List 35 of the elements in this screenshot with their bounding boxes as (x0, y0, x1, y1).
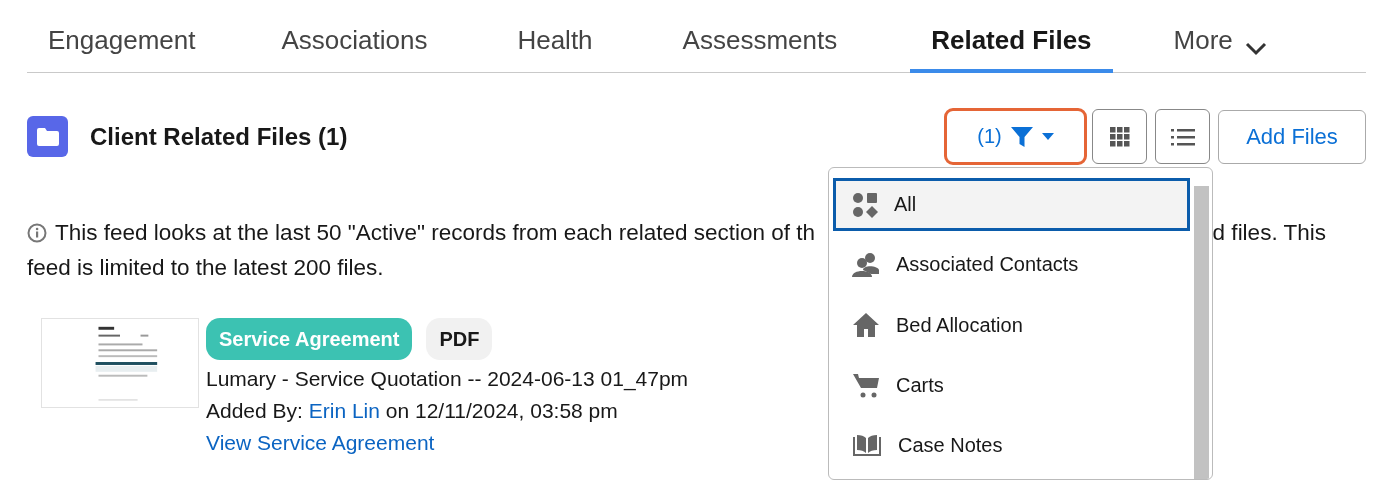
scrollbar[interactable] (1194, 186, 1209, 479)
shapes-icon (852, 191, 878, 218)
category-badge: Service Agreement (206, 318, 413, 360)
filter-button[interactable]: (1) (944, 108, 1087, 165)
people-icon (852, 251, 880, 278)
info-text: feed is limited to the latest 200 files. (27, 255, 384, 281)
user-link[interactable]: Erin Lin (308, 399, 380, 422)
info-text: This feed looks at the last 50 "Active" records from each related section of th (55, 220, 816, 246)
file-name: Lumary - Service Quotation -- 2024-06-13 01_47pm (206, 366, 689, 393)
info-icon (27, 223, 47, 243)
grid-icon (1109, 126, 1130, 147)
add-files-button[interactable]: Add Files (1218, 109, 1366, 164)
tab[interactable]: More (1152, 1, 1288, 73)
tab[interactable]: Associations (260, 1, 449, 73)
tab[interactable]: Assessments (661, 1, 859, 73)
filter-option[interactable]: All (833, 178, 1190, 232)
chevron-down-icon (1244, 42, 1267, 56)
list-view-button[interactable] (1155, 109, 1210, 164)
cart-icon (852, 372, 880, 399)
home-icon (852, 312, 880, 338)
grid-view-button[interactable] (1092, 109, 1147, 164)
caret-icon (1041, 132, 1054, 141)
tab[interactable]: Health (496, 1, 614, 73)
folder-icon (27, 116, 68, 157)
filter-icon (1009, 125, 1034, 148)
list-icon (1170, 127, 1195, 146)
view-file-link[interactable]: View Service Agreement (206, 431, 435, 454)
file-type-badge: PDF (426, 318, 493, 360)
tab[interactable]: Related Files (910, 1, 1113, 73)
added-by-label: Added By: (206, 399, 304, 422)
section-title: Client Related Files (1) (90, 122, 349, 151)
info-text: d files. This (1212, 220, 1326, 246)
tab[interactable]: Engagement (27, 1, 217, 73)
book-icon (852, 433, 882, 458)
added-date: on 12/11/2024, 03:58 pm (384, 399, 618, 422)
